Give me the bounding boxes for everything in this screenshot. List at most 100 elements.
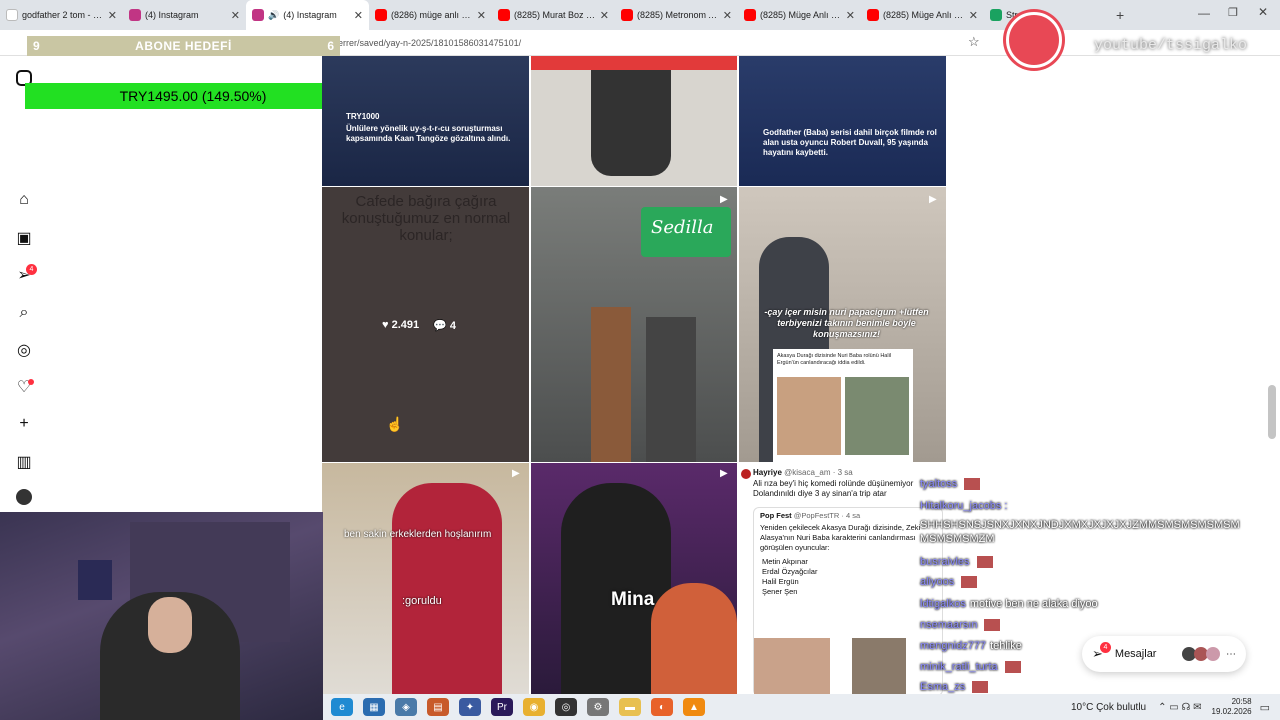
app-icon[interactable]: ⚙ (587, 698, 609, 716)
notification-icon[interactable]: ▭ (1260, 701, 1270, 714)
premiere-icon[interactable]: Pr (491, 698, 513, 716)
messages-widget[interactable]: ➢ 4 Mesajlar ⋯ (1082, 636, 1246, 672)
post-tile[interactable]: TRY1000 Ünlülere yönelik uy-ş-t-r-cu sor… (322, 56, 529, 186)
messenger-icon: ➢ 4 (1092, 642, 1111, 662)
youtube-icon (375, 9, 387, 21)
store-icon[interactable]: ▦ (363, 698, 385, 716)
reel-icon: ▶ (720, 194, 728, 205)
post-tile[interactable]: Godfather (Baba) serisi dahil birçok fil… (739, 56, 946, 186)
quote-card: Pop Fest @PopFestTR · 4 sa Yeniden çekil… (753, 507, 943, 696)
app-icon[interactable]: ✦ (459, 698, 481, 716)
close-tab-icon[interactable]: ✕ (969, 9, 978, 22)
explore-icon[interactable]: ◎ (14, 340, 34, 360)
windows-taskbar: e ▦ ◈ ▤ ✦ Pr ◉ ◎ ⚙ ▬ ◐ ▲ 10°C Çok bulutl… (323, 694, 1280, 720)
post-stats: ♥ 2.491 💬 4 (382, 319, 456, 332)
saved-posts-grid: TRY1000 Ünlülere yönelik uy-ş-t-r-cu sor… (322, 56, 946, 696)
browser-tab[interactable]: (8285) Müge Anlı ile Tatl✕ (738, 0, 861, 30)
webcam-feed (0, 512, 323, 720)
browser-tab[interactable]: (8285) Metronom Akadı✕ (615, 0, 738, 30)
chat-message: aliyoos (920, 576, 978, 589)
chat-message: Hitalkoru_jacobs : (920, 500, 1008, 512)
scrollbar[interactable] (1268, 385, 1276, 439)
browser-tab[interactable]: (4) Instagram ✕ (123, 0, 246, 30)
speaker-icon[interactable]: 🔊 (268, 10, 279, 21)
restore-icon[interactable]: ❐ (1228, 6, 1238, 19)
post-tag: TRY1000 (346, 112, 380, 121)
post-tile[interactable]: Cafede bağıra çağıra konuştuğumuz en nor… (322, 187, 529, 462)
quote-photo (852, 638, 906, 696)
instagram-sidebar: ⌂ ▣ ➢ 4 ⌕ ◎ ♡ + ▥ (0, 56, 323, 516)
instagram-icon (252, 9, 264, 21)
close-window-icon[interactable]: ✕ (1258, 5, 1268, 19)
tweet-avatar (741, 469, 751, 479)
youtube-icon (498, 9, 510, 21)
app-icon[interactable]: ◈ (395, 698, 417, 716)
post-headline: ben sakin erkeklerden hoşlanırım (344, 529, 492, 540)
youtube-icon (621, 9, 633, 21)
news-photo (845, 377, 909, 455)
post-tile[interactable]: ben sakin erkeklerden hoşlanırım :goruld… (322, 463, 529, 696)
post-tile[interactable]: Sedilla ▶ (531, 187, 737, 462)
close-tab-icon[interactable]: ✕ (723, 9, 732, 22)
close-tab-icon[interactable]: ✕ (354, 9, 363, 22)
messages-label: Mesajlar (1114, 648, 1157, 660)
chat-message: minik_ratli_turta (920, 661, 1021, 674)
home-icon[interactable]: ⌂ (14, 190, 34, 210)
search-icon[interactable]: ⌕ (14, 303, 34, 323)
post-tile[interactable]: -çay içer misin nuri papacigum +lütfen t… (739, 187, 946, 462)
messages-count-badge: 4 (1100, 642, 1111, 653)
more-icon[interactable]: ⋯ (1226, 649, 1236, 660)
reels-icon[interactable]: ▣ (14, 228, 34, 248)
minimize-icon[interactable]: — (1198, 6, 1210, 20)
reel-icon: ▶ (929, 194, 937, 205)
bookmark-star-icon[interactable]: ☆ (968, 34, 980, 50)
dashboard-icon[interactable]: ▥ (14, 452, 34, 472)
post-headline: Ünlülere yönelik uy-ş-t-r-cu soruşturmas… (346, 124, 511, 143)
person-figure (651, 583, 737, 696)
browser-tab[interactable]: (8286) müge anlı - YouTu✕ (369, 0, 492, 30)
obs-icon[interactable]: ◎ (555, 698, 577, 716)
person-figure (646, 317, 696, 462)
post-tile[interactable] (531, 56, 737, 186)
store-sign: Sedilla (641, 207, 731, 257)
browser-tab[interactable]: (8285) Müge Anlı ile Tat✕ (861, 0, 984, 30)
close-tab-icon[interactable]: ✕ (846, 9, 855, 22)
close-tab-icon[interactable]: ✕ (477, 9, 486, 22)
emote-icon (1004, 661, 1021, 674)
app-icon[interactable]: ▤ (427, 698, 449, 716)
chrome-icon[interactable]: ◉ (523, 698, 545, 716)
emote-icon (984, 619, 1001, 632)
close-tab-icon[interactable]: ✕ (108, 9, 117, 22)
profile-avatar[interactable] (16, 489, 32, 505)
google-icon (6, 9, 18, 21)
tweet-header: Hayriye @kisaca_am · 3 sa (753, 468, 853, 477)
post-tile[interactable]: Hayriye @kisaca_am · 3 sa Ali rıza bey'i… (739, 463, 946, 696)
post-headline: -çay içer misin nuri papacigum +lütfen t… (764, 307, 929, 339)
url-text[interactable]: errer/saved/yay-n-2025/18101586031475101… (338, 38, 521, 48)
likes-count: ♥ 2.491 (382, 319, 420, 331)
post-headline: Godfather (Baba) serisi dahil birçok fil… (763, 128, 937, 157)
browser-tab[interactable]: godfather 2 tom - Goog✕ (0, 0, 123, 30)
mouse-cursor-icon: ☝ (386, 416, 404, 432)
new-tab-icon[interactable]: + (1116, 7, 1124, 23)
tray-icons[interactable]: ⌃ ▭ ☊ ✉ (1158, 702, 1201, 713)
weather-widget[interactable]: 10°C Çok bulutlu (1071, 702, 1146, 713)
post-tile[interactable]: Mina ▶ (531, 463, 737, 696)
quote-photo (754, 638, 830, 696)
browser-tab-active[interactable]: 🔊 (4) Instagram ✕ (246, 0, 369, 30)
clock[interactable]: 20:58 19.02.2026 (1212, 697, 1252, 717)
messages-badge: 4 (26, 264, 37, 275)
browser-tab[interactable]: (8285) Murat Boz - Uçur✕ (492, 0, 615, 30)
streamlabs-icon (990, 9, 1002, 21)
subscriber-goal-bar: 9 ABONE HEDEFİ 6 (27, 36, 340, 56)
donation-goal-bar: TRY1495.00 (149.50%) (25, 83, 361, 109)
edge-icon[interactable]: e (331, 698, 353, 716)
firefox-icon[interactable]: ◐ (651, 698, 673, 716)
create-plus-icon[interactable]: + (14, 414, 34, 434)
emote-icon (972, 681, 989, 694)
close-tab-icon[interactable]: ✕ (600, 9, 609, 22)
vlc-icon[interactable]: ▲ (683, 698, 705, 716)
tweet-text: Ali rıza bey'i hiç komedi rolünde düşüne… (753, 479, 914, 498)
folder-icon[interactable]: ▬ (619, 698, 641, 716)
close-tab-icon[interactable]: ✕ (231, 9, 240, 22)
